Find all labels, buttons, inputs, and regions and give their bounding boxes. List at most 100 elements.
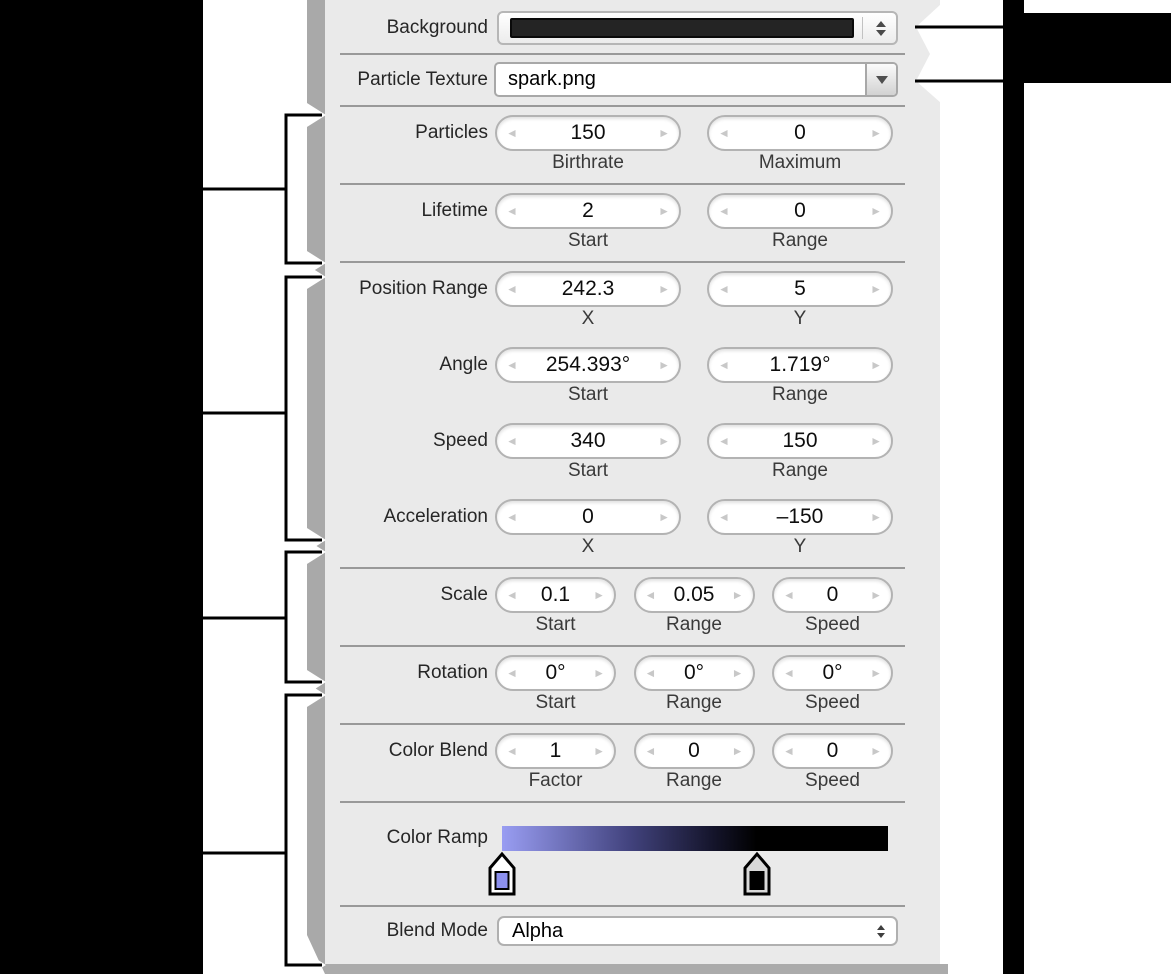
stepper-column: ◄ 0° ► Start — [495, 647, 616, 723]
decrement-chevron-icon[interactable]: ◄ — [718, 205, 730, 217]
value-stepper[interactable]: ◄ 5 ► — [707, 271, 893, 307]
stepper-value[interactable]: 0 — [582, 505, 594, 529]
increment-chevron-icon[interactable]: ► — [732, 667, 744, 679]
value-stepper[interactable]: ◄ 242.3 ► — [495, 271, 681, 307]
decrement-chevron-icon[interactable]: ◄ — [783, 667, 795, 679]
stepper-value[interactable]: 0 — [827, 739, 839, 763]
increment-chevron-icon[interactable]: ► — [593, 745, 605, 757]
background-color-well[interactable] — [497, 11, 898, 45]
increment-chevron-icon[interactable]: ► — [658, 435, 670, 447]
down-arrow-icon[interactable] — [876, 30, 886, 36]
decrement-chevron-icon[interactable]: ◄ — [718, 127, 730, 139]
increment-chevron-icon[interactable]: ► — [870, 589, 882, 601]
up-arrow-icon[interactable] — [876, 21, 886, 27]
value-stepper[interactable]: ◄ 150 ► — [707, 423, 893, 459]
stepper-value[interactable]: 0.05 — [674, 583, 715, 607]
particle-texture-combobox[interactable]: spark.png — [494, 62, 898, 97]
particle-texture-value[interactable]: spark.png — [496, 64, 865, 95]
stepper-value[interactable]: 0 — [688, 739, 700, 763]
stepper-value[interactable]: 1 — [550, 739, 562, 763]
decrement-chevron-icon[interactable]: ◄ — [718, 283, 730, 295]
increment-chevron-icon[interactable]: ► — [870, 205, 882, 217]
decrement-chevron-icon[interactable]: ◄ — [506, 589, 518, 601]
increment-chevron-icon[interactable]: ► — [870, 127, 882, 139]
increment-chevron-icon[interactable]: ► — [870, 511, 882, 523]
increment-chevron-icon[interactable]: ► — [732, 745, 744, 757]
color-ramp-gradient[interactable] — [502, 826, 888, 851]
background-stepper-updown-icon[interactable] — [876, 13, 886, 43]
increment-chevron-icon[interactable]: ► — [658, 283, 670, 295]
increment-chevron-icon[interactable]: ► — [870, 667, 882, 679]
particle-texture-dropdown-button[interactable] — [865, 64, 896, 95]
value-stepper[interactable]: ◄ 0.05 ► — [634, 577, 755, 613]
value-stepper[interactable]: ◄ 2 ► — [495, 193, 681, 229]
value-stepper[interactable]: ◄ 0 ► — [707, 193, 893, 229]
increment-chevron-icon[interactable]: ► — [870, 435, 882, 447]
particle-texture-label: Particle Texture — [325, 55, 488, 105]
decrement-chevron-icon[interactable]: ◄ — [645, 589, 657, 601]
decrement-chevron-icon[interactable]: ◄ — [506, 745, 518, 757]
stepper-value[interactable]: 150 — [782, 429, 817, 453]
decrement-chevron-icon[interactable]: ◄ — [506, 511, 518, 523]
increment-chevron-icon[interactable]: ► — [658, 205, 670, 217]
decrement-chevron-icon[interactable]: ◄ — [506, 435, 518, 447]
increment-chevron-icon[interactable]: ► — [658, 127, 670, 139]
value-stepper[interactable]: ◄ 1.719° ► — [707, 347, 893, 383]
decrement-chevron-icon[interactable]: ◄ — [506, 359, 518, 371]
stepper-value[interactable]: 150 — [570, 121, 605, 145]
color-stop-marker-start[interactable] — [487, 851, 517, 897]
stepper-sublabel: Maximum — [759, 152, 841, 174]
stepper-value[interactable]: 0 — [794, 199, 806, 223]
value-stepper[interactable]: ◄ 340 ► — [495, 423, 681, 459]
value-stepper[interactable]: ◄ 0° ► — [495, 655, 616, 691]
stepper-value[interactable]: 254.393° — [546, 353, 630, 377]
stepper-value[interactable]: –150 — [777, 505, 824, 529]
stepper-value[interactable]: 0 — [827, 583, 839, 607]
blend-mode-popup[interactable]: Alpha — [497, 916, 898, 946]
stepper-value[interactable]: 5 — [794, 277, 806, 301]
decrement-chevron-icon[interactable]: ◄ — [506, 667, 518, 679]
decrement-chevron-icon[interactable]: ◄ — [783, 589, 795, 601]
value-stepper[interactable]: ◄ 0 ► — [634, 733, 755, 769]
stepper-value[interactable]: 340 — [570, 429, 605, 453]
value-stepper[interactable]: ◄ 150 ► — [495, 115, 681, 151]
stepper-value[interactable]: 0° — [545, 661, 565, 685]
decrement-chevron-icon[interactable]: ◄ — [506, 205, 518, 217]
decrement-chevron-icon[interactable]: ◄ — [506, 127, 518, 139]
stepper-value[interactable]: 242.3 — [562, 277, 615, 301]
stepper-value[interactable]: 0° — [684, 661, 704, 685]
decrement-chevron-icon[interactable]: ◄ — [645, 745, 657, 757]
value-stepper[interactable]: ◄ 0° ► — [772, 655, 893, 691]
row-label: Color Blend — [325, 725, 488, 801]
increment-chevron-icon[interactable]: ► — [732, 589, 744, 601]
increment-chevron-icon[interactable]: ► — [870, 283, 882, 295]
value-stepper[interactable]: ◄ 0.1 ► — [495, 577, 616, 613]
value-stepper[interactable]: ◄ 0 ► — [707, 115, 893, 151]
value-stepper[interactable]: ◄ 0 ► — [772, 733, 893, 769]
decrement-chevron-icon[interactable]: ◄ — [718, 359, 730, 371]
value-stepper[interactable]: ◄ 0 ► — [772, 577, 893, 613]
stepper-value[interactable]: 0° — [822, 661, 842, 685]
decrement-chevron-icon[interactable]: ◄ — [783, 745, 795, 757]
increment-chevron-icon[interactable]: ► — [658, 511, 670, 523]
increment-chevron-icon[interactable]: ► — [593, 589, 605, 601]
value-stepper[interactable]: ◄ 1 ► — [495, 733, 616, 769]
value-stepper[interactable]: ◄ 0 ► — [495, 499, 681, 535]
color-stop-marker-end[interactable] — [742, 851, 772, 897]
increment-chevron-icon[interactable]: ► — [593, 667, 605, 679]
background-color-swatch[interactable] — [510, 18, 854, 38]
decrement-chevron-icon[interactable]: ◄ — [645, 667, 657, 679]
increment-chevron-icon[interactable]: ► — [870, 359, 882, 371]
decrement-chevron-icon[interactable]: ◄ — [718, 435, 730, 447]
increment-chevron-icon[interactable]: ► — [870, 745, 882, 757]
value-stepper[interactable]: ◄ –150 ► — [707, 499, 893, 535]
decrement-chevron-icon[interactable]: ◄ — [718, 511, 730, 523]
value-stepper[interactable]: ◄ 254.393° ► — [495, 347, 681, 383]
stepper-value[interactable]: 0 — [794, 121, 806, 145]
stepper-value[interactable]: 0.1 — [541, 583, 570, 607]
decrement-chevron-icon[interactable]: ◄ — [506, 283, 518, 295]
stepper-value[interactable]: 2 — [582, 199, 594, 223]
increment-chevron-icon[interactable]: ► — [658, 359, 670, 371]
value-stepper[interactable]: ◄ 0° ► — [634, 655, 755, 691]
stepper-value[interactable]: 1.719° — [770, 353, 831, 377]
